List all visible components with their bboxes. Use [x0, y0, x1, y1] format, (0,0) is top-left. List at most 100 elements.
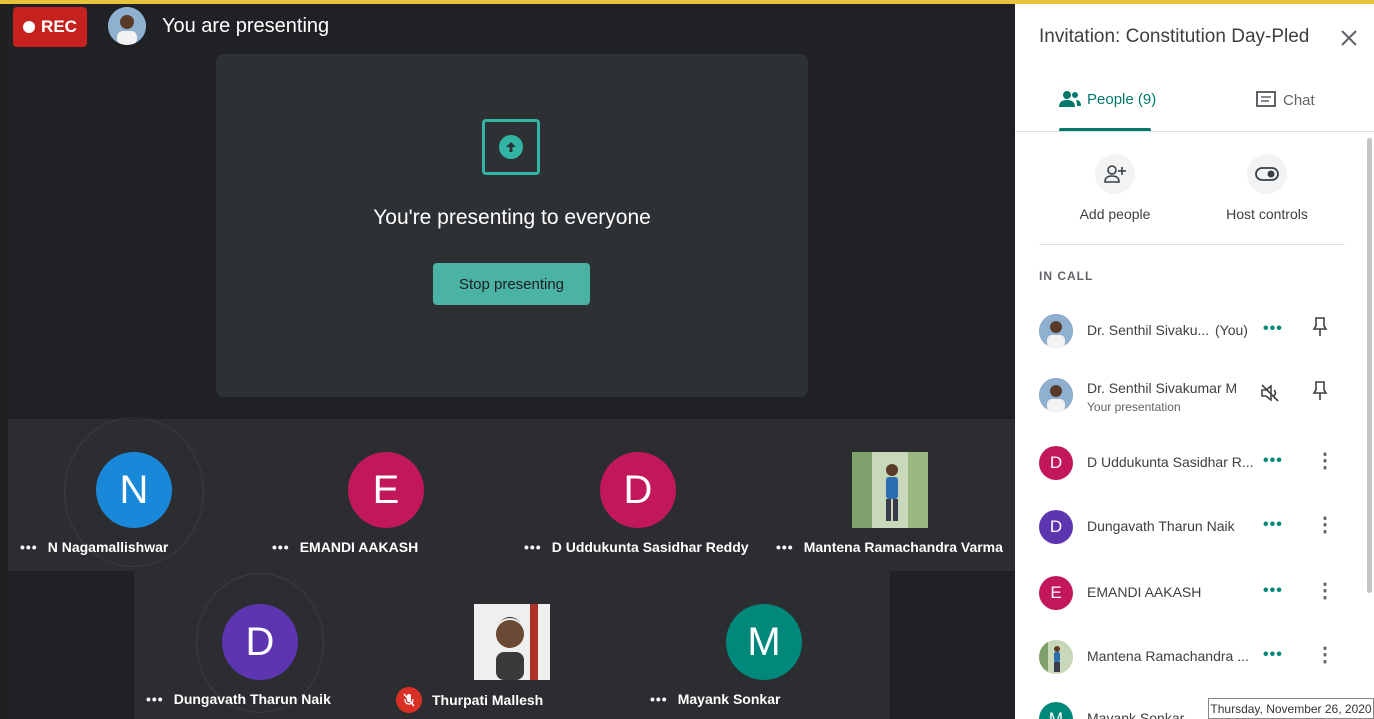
participant-avatar: E [348, 452, 424, 528]
mic-off-icon [396, 687, 422, 713]
participant-tile[interactable]: M ••• Mayank Sonkar [638, 571, 890, 719]
participant-avatar: D [222, 604, 298, 680]
add-person-icon [1095, 154, 1135, 194]
participant-name: Mantena Ramachandra ... [1087, 648, 1249, 664]
more-options-icon[interactable]: ••• [20, 539, 38, 555]
participant-label: ••• Dungavath Tharun Naik [146, 691, 331, 707]
host-controls-label: Host controls [1226, 206, 1308, 222]
participant-avatar: E [1039, 576, 1073, 610]
participant-name: EMANDI AAKASH [299, 539, 419, 555]
more-options-icon[interactable]: ••• [1263, 646, 1283, 664]
stop-presenting-button[interactable]: Stop presenting [433, 263, 590, 305]
participant-label: ••• Mayank Sonkar [650, 691, 780, 707]
recording-badge: REC [13, 7, 87, 47]
participant-avatar: D [1039, 510, 1073, 544]
participant-name: D Uddukunta Sasidhar Reddy [551, 539, 749, 555]
in-call-heading: IN CALL [1039, 269, 1094, 283]
add-people-button[interactable]: Add people [1055, 154, 1175, 222]
participant-avatar [852, 452, 928, 528]
participant-avatar [1039, 640, 1073, 674]
participant-list-item[interactable]: Dr. Senthil Sivakumar M Your presentatio… [1015, 378, 1374, 438]
kebab-menu-icon[interactable]: ⋮ [1315, 642, 1335, 667]
participant-name: Dr. Senthil Sivaku... [1087, 322, 1210, 338]
participant-subtitle: Your presentation [1087, 400, 1181, 414]
participant-avatar [1039, 314, 1073, 348]
participant-label: ••• N Nagamallishwar [20, 539, 168, 555]
more-options-icon[interactable]: ••• [1263, 516, 1283, 534]
divider [1015, 131, 1374, 132]
participant-name: Mayank Sonkar [677, 691, 781, 707]
participant-list-item[interactable]: D Dungavath Tharun Naik ••• ⋮ [1015, 510, 1374, 570]
more-options-icon[interactable]: ••• [776, 539, 794, 555]
participant-name: Dungavath Tharun Naik [173, 691, 331, 707]
taskbar-date: Thursday, November 26, 2020 [1208, 698, 1374, 719]
more-options-icon[interactable]: ••• [272, 539, 290, 555]
more-options-icon[interactable]: ••• [1263, 320, 1283, 338]
participant-tile[interactable]: Thurpati Mallesh [386, 571, 638, 719]
present-screen-icon [482, 119, 540, 175]
muted-audio-icon [1259, 382, 1281, 409]
participant-list-item[interactable]: E EMANDI AAKASH ••• ⋮ [1015, 576, 1374, 636]
meet-window: REC You are presenting You're presenting… [0, 0, 1374, 719]
more-options-icon[interactable]: ••• [524, 539, 542, 555]
participant-name: EMANDI AAKASH [1087, 584, 1202, 600]
more-options-icon[interactable]: ••• [1263, 452, 1283, 470]
presenter-avatar [108, 7, 146, 45]
tab-people-label: People (9) [1087, 90, 1157, 108]
participant-name: Mayank Sonkar [1087, 710, 1185, 719]
presenting-card: You're presenting to everyone Stop prese… [216, 54, 808, 397]
side-panel: Invitation: Constitution Day-Pled... Peo… [1015, 4, 1374, 719]
participant-list-item[interactable]: Dr. Senthil Sivaku... (You) ••• [1015, 314, 1374, 374]
people-icon [1059, 91, 1081, 107]
meeting-title: Invitation: Constitution Day-Pled... [1039, 26, 1309, 47]
more-options-icon[interactable]: ••• [1263, 582, 1283, 600]
you-tag: (You) [1215, 322, 1248, 338]
participant-avatar: D [600, 452, 676, 528]
participant-name: Dr. Senthil Sivakumar M [1087, 380, 1238, 396]
participant-tile[interactable]: ••• Mantena Ramachandra Varma [764, 419, 1015, 571]
kebab-menu-icon[interactable]: ⋮ [1315, 512, 1335, 537]
kebab-menu-icon[interactable]: ⋮ [1315, 448, 1335, 473]
participant-name: Dungavath Tharun Naik [1087, 518, 1235, 534]
tab-chat-label: Chat [1283, 91, 1315, 109]
more-options-icon[interactable]: ••• [650, 691, 668, 707]
participant-avatar: M [726, 604, 802, 680]
close-icon[interactable] [1337, 26, 1361, 50]
participant-avatar [474, 604, 550, 680]
divider [1039, 244, 1345, 245]
kebab-menu-icon[interactable]: ⋮ [1315, 578, 1335, 603]
chat-icon [1256, 91, 1276, 107]
participant-label: ••• EMANDI AAKASH [272, 539, 418, 555]
participant-avatar: N [96, 452, 172, 528]
toggle-icon [1247, 154, 1287, 194]
participant-list-item[interactable]: D D Uddukunta Sasidhar R... ••• ⋮ [1015, 446, 1374, 506]
participant-avatar: D [1039, 446, 1073, 480]
participant-avatar [1039, 378, 1073, 412]
scrollbar[interactable] [1367, 138, 1372, 593]
participant-label: Thurpati Mallesh [396, 687, 543, 713]
pin-icon[interactable] [1311, 316, 1329, 343]
participant-name: Thurpati Mallesh [432, 692, 544, 708]
presenting-heading: You're presenting to everyone [373, 206, 651, 229]
participant-tile[interactable]: N ••• N Nagamallishwar [8, 419, 260, 571]
recording-label: REC [41, 17, 77, 36]
participant-tile[interactable]: D ••• D Uddukunta Sasidhar Reddy [512, 419, 764, 571]
participant-label: ••• D Uddukunta Sasidhar Reddy [524, 539, 749, 555]
presenting-status: You are presenting [162, 15, 330, 37]
tab-people[interactable]: People (9) [1059, 90, 1156, 108]
record-dot-icon [23, 21, 36, 33]
participant-name: Mantena Ramachandra Varma [803, 539, 1003, 555]
participant-list-item[interactable]: Mantena Ramachandra ... ••• ⋮ [1015, 640, 1374, 700]
participant-row-1: N ••• N Nagamallishwar E ••• EMANDI AAKA… [8, 417, 1015, 571]
participant-row-2: D ••• Dungavath Tharun Naik Thurpati Mal… [134, 571, 890, 719]
participant-tile[interactable]: E ••• EMANDI AAKASH [260, 419, 512, 571]
pin-icon[interactable] [1311, 380, 1329, 407]
tab-chat[interactable]: Chat [1255, 90, 1315, 110]
add-people-label: Add people [1079, 206, 1151, 222]
participant-tile[interactable]: D ••• Dungavath Tharun Naik [134, 571, 386, 719]
participant-name: D Uddukunta Sasidhar R... [1087, 454, 1254, 470]
participant-name: N Nagamallishwar [47, 539, 169, 555]
more-options-icon[interactable]: ••• [146, 691, 164, 707]
host-controls-button[interactable]: Host controls [1207, 154, 1327, 222]
participant-avatar: M [1039, 702, 1073, 719]
